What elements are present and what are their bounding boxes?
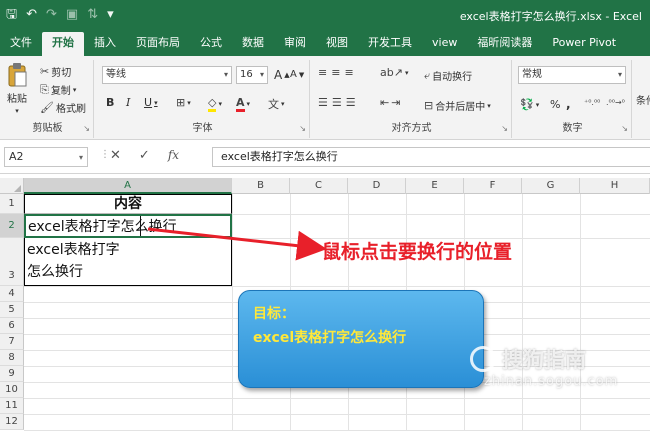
watermark-url: zhinan.sogou.com [484,374,619,389]
sogou-logo-icon [470,346,496,372]
watermark-name: 搜狗指南 [502,348,586,372]
goal-text: excel表格打字怎么换行 [253,330,407,346]
sogou-watermark: 搜狗指南 zhinan.sogou.com [470,344,618,389]
arrow-line [147,227,327,261]
goal-title: 目标： [253,306,295,322]
goal-box: 目标： excel表格打字怎么换行 [238,290,484,388]
callout-text: 鼠标点击要换行的位置 [322,241,513,263]
